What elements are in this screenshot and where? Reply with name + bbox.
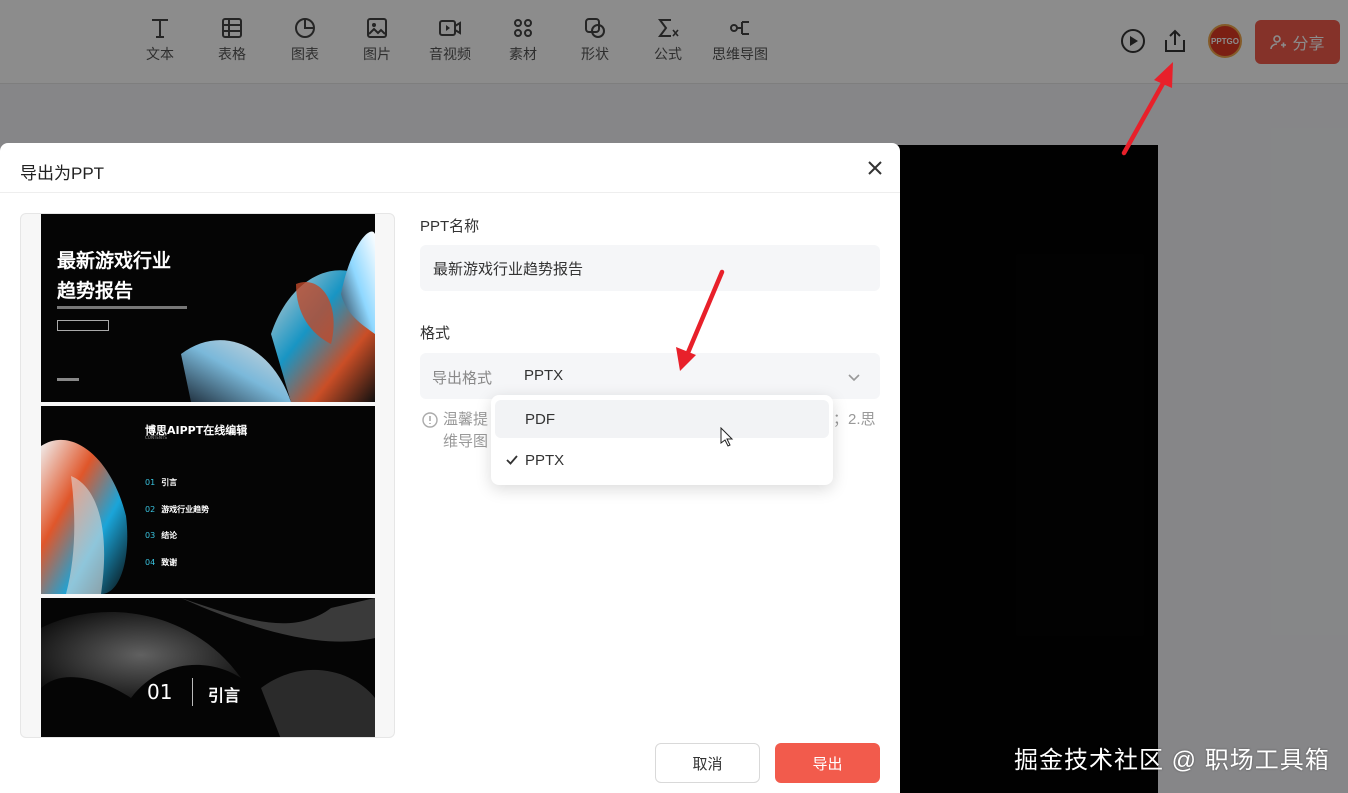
format-select-prefix: 导出格式 — [432, 370, 493, 387]
slide2-agenda-item: 03 结论 — [145, 531, 178, 540]
slide-thumbnail-1: 最新游戏行业 趋势报告 — [41, 214, 375, 402]
slide1-subtitle-bar — [57, 306, 187, 309]
slide3-number: 01 — [147, 680, 173, 704]
watermark: 掘金技术社区 @ 职场工具箱 — [1014, 747, 1330, 774]
format-dropdown-menu: PDF PPTX — [491, 395, 833, 485]
format-option-label: PPTX — [525, 452, 565, 469]
slide2-agenda-item: 01 引言 — [145, 478, 178, 487]
close-icon[interactable] — [864, 157, 886, 179]
ppt-name-value: 最新游戏行业趋势报告 — [433, 260, 584, 278]
format-label: 格式 — [420, 325, 451, 342]
slide1-title-line2: 趋势报告 — [57, 280, 134, 302]
dialog-title: 导出为PPT — [20, 164, 105, 183]
slide1-logo-mark — [57, 378, 79, 381]
format-select[interactable]: 导出格式 PPTX — [420, 353, 880, 399]
cancel-label: 取消 — [692, 755, 723, 773]
tip-text-line1-end: ；2.思 — [833, 411, 876, 428]
check-icon — [506, 455, 518, 465]
slide1-title-line1: 最新游戏行业 — [57, 250, 172, 272]
chevron-down-icon — [848, 374, 860, 382]
export-label: 导出 — [812, 755, 843, 773]
format-select-value: PPTX — [524, 367, 564, 384]
format-option-label: PDF — [525, 411, 555, 428]
slide-preview-panel[interactable]: 最新游戏行业 趋势报告 博思AIPPT在线编辑 CONTENTS 01 引言 02… — [20, 213, 395, 738]
format-option-pptx[interactable]: PPTX — [495, 441, 829, 479]
format-option-pdf[interactable]: PDF — [495, 400, 829, 438]
slide3-divider — [192, 678, 193, 706]
export-button[interactable]: 导出 — [775, 743, 880, 783]
abstract-art-graphic — [41, 598, 375, 737]
dialog-divider — [0, 192, 900, 193]
tip-text-line2: 维导图 — [443, 433, 489, 450]
tip-text-line1-start: 温馨提 — [443, 411, 489, 428]
ppt-name-label: PPT名称 — [420, 218, 480, 235]
slide-thumbnail-2: 博思AIPPT在线编辑 CONTENTS 01 引言 02 游戏行业趋势 03 结论 … — [41, 406, 375, 594]
slide2-agenda-item: 02 游戏行业趋势 — [145, 505, 210, 514]
ppt-name-input[interactable]: 最新游戏行业趋势报告 — [420, 245, 880, 291]
slide3-title: 引言 — [208, 686, 241, 705]
cancel-button[interactable]: 取消 — [655, 743, 760, 783]
info-icon — [422, 412, 438, 428]
mouse-cursor-icon — [720, 427, 734, 447]
slide1-presenter-box — [57, 320, 109, 331]
slide2-subtitle: CONTENTS — [145, 435, 167, 440]
slide-thumbnail-3: 01 引言 — [41, 598, 375, 737]
slide2-agenda-item: 04 致谢 — [145, 558, 178, 567]
